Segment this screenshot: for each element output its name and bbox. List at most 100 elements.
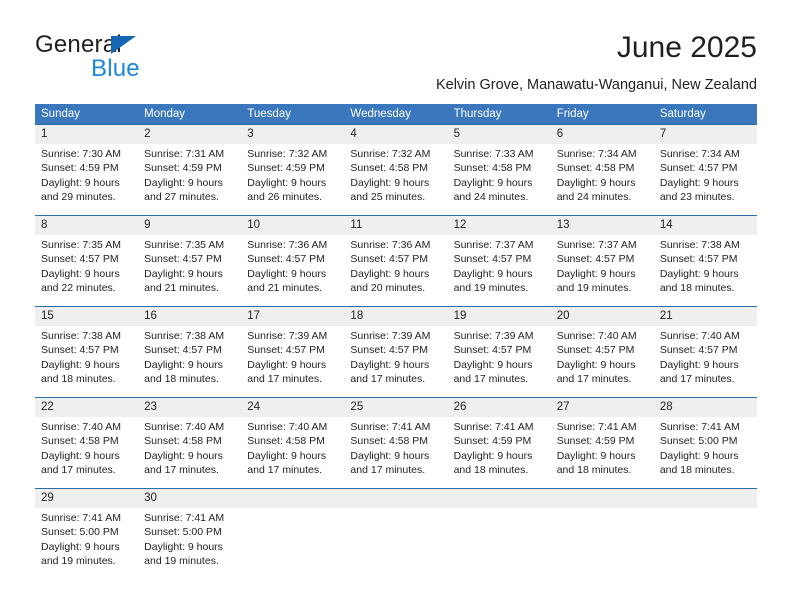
day-number[interactable]: 4 — [344, 125, 447, 144]
day-number[interactable]: 14 — [654, 216, 757, 235]
daylight-text-line2: and 21 minutes. — [247, 282, 322, 295]
week-detail-band: Sunrise: 7:38 AM Sunset: 4:57 PM Dayligh… — [35, 326, 757, 397]
day-cell[interactable]: Sunrise: 7:40 AM Sunset: 4:58 PM Dayligh… — [138, 417, 241, 488]
day-number[interactable]: 24 — [241, 398, 344, 417]
day-number[interactable]: 13 — [551, 216, 654, 235]
day-number[interactable]: 26 — [448, 398, 551, 417]
day-cell[interactable]: Sunrise: 7:40 AM Sunset: 4:57 PM Dayligh… — [551, 326, 654, 397]
sunset-text: Sunset: 5:00 PM — [144, 526, 222, 539]
day-cell[interactable]: Sunrise: 7:40 AM Sunset: 4:58 PM Dayligh… — [35, 417, 138, 488]
sunrise-text: Sunrise: 7:36 AM — [247, 239, 328, 251]
day-number[interactable]: 10 — [241, 216, 344, 235]
day-number[interactable]: 1 — [35, 125, 138, 144]
day-cell[interactable]: Sunrise: 7:30 AM Sunset: 4:59 PM Dayligh… — [35, 144, 138, 215]
sunrise-text: Sunrise: 7:40 AM — [247, 421, 328, 433]
day-number[interactable]: 16 — [138, 307, 241, 326]
day-number[interactable]: 20 — [551, 307, 654, 326]
sunrise-text: Sunrise: 7:33 AM — [453, 148, 534, 160]
day-cell[interactable]: Sunrise: 7:34 AM Sunset: 4:57 PM Dayligh… — [654, 144, 757, 215]
day-cell-empty — [344, 508, 447, 579]
day-cell[interactable]: Sunrise: 7:39 AM Sunset: 4:57 PM Dayligh… — [241, 326, 344, 397]
day-number-empty — [551, 489, 654, 508]
day-number[interactable]: 21 — [654, 307, 757, 326]
daylight-text-line1: Daylight: 9 hours — [556, 267, 636, 280]
day-cell[interactable]: Sunrise: 7:41 AM Sunset: 4:59 PM Dayligh… — [448, 417, 551, 488]
sunrise-text: Sunrise: 7:37 AM — [556, 239, 637, 251]
day-cell[interactable]: Sunrise: 7:35 AM Sunset: 4:57 PM Dayligh… — [35, 235, 138, 306]
day-cell[interactable]: Sunrise: 7:38 AM Sunset: 4:57 PM Dayligh… — [138, 326, 241, 397]
day-number[interactable]: 27 — [551, 398, 654, 417]
day-number[interactable]: 30 — [138, 489, 241, 508]
day-cell[interactable]: Sunrise: 7:41 AM Sunset: 5:00 PM Dayligh… — [35, 508, 138, 579]
daylight-text-line2: and 17 minutes. — [350, 464, 426, 477]
day-cell[interactable]: Sunrise: 7:36 AM Sunset: 4:57 PM Dayligh… — [344, 235, 447, 306]
day-number-empty — [241, 489, 344, 508]
week-daynumber-band: 15 16 17 18 19 20 21 — [35, 307, 757, 326]
day-cell[interactable]: Sunrise: 7:33 AM Sunset: 4:58 PM Dayligh… — [448, 144, 551, 215]
day-cell[interactable]: Sunrise: 7:40 AM Sunset: 4:58 PM Dayligh… — [241, 417, 344, 488]
day-cell[interactable]: Sunrise: 7:36 AM Sunset: 4:57 PM Dayligh… — [241, 235, 344, 306]
page-title: June 2025 — [616, 31, 757, 64]
day-number[interactable]: 3 — [241, 125, 344, 144]
day-cell[interactable]: Sunrise: 7:41 AM Sunset: 4:58 PM Dayligh… — [344, 417, 447, 488]
day-number[interactable]: 2 — [138, 125, 241, 144]
day-cell[interactable]: Sunrise: 7:37 AM Sunset: 4:57 PM Dayligh… — [448, 235, 551, 306]
weekday-header-thursday: Thursday — [453, 108, 502, 120]
daylight-text-line1: Daylight: 9 hours — [41, 540, 120, 553]
week-daynumber-band: 8 9 10 11 12 13 14 — [35, 216, 757, 235]
sunrise-text: Sunrise: 7:41 AM — [659, 421, 740, 433]
day-cell-empty — [551, 508, 654, 579]
day-cell[interactable]: Sunrise: 7:35 AM Sunset: 4:57 PM Dayligh… — [138, 235, 241, 306]
day-cell[interactable]: Sunrise: 7:37 AM Sunset: 4:57 PM Dayligh… — [551, 235, 654, 306]
sunrise-text: Sunrise: 7:41 AM — [453, 421, 534, 433]
day-number[interactable]: 12 — [448, 216, 551, 235]
daylight-text-line1: Daylight: 9 hours — [247, 449, 327, 462]
day-number[interactable]: 5 — [448, 125, 551, 144]
day-number[interactable]: 6 — [551, 125, 654, 144]
week-detail-band: Sunrise: 7:41 AM Sunset: 5:00 PM Dayligh… — [35, 508, 757, 579]
day-cell[interactable]: Sunrise: 7:31 AM Sunset: 4:59 PM Dayligh… — [138, 144, 241, 215]
daylight-text-line2: and 19 minutes. — [453, 282, 529, 295]
calendar-week-row: 15 16 17 18 19 20 21 Sunrise: 7:38 AM Su… — [35, 306, 757, 397]
day-cell[interactable]: Sunrise: 7:41 AM Sunset: 4:59 PM Dayligh… — [551, 417, 654, 488]
daylight-text-line1: Daylight: 9 hours — [247, 358, 327, 371]
day-number[interactable]: 15 — [35, 307, 138, 326]
day-number[interactable]: 28 — [654, 398, 757, 417]
daylight-text-line1: Daylight: 9 hours — [659, 358, 739, 371]
week-daynumber-band: 1 2 3 4 5 6 7 — [35, 125, 757, 144]
day-number[interactable]: 29 — [35, 489, 138, 508]
sunrise-text: Sunrise: 7:41 AM — [41, 512, 121, 524]
day-cell-empty — [448, 508, 551, 579]
day-number[interactable]: 22 — [35, 398, 138, 417]
day-number[interactable]: 25 — [344, 398, 447, 417]
day-number[interactable]: 19 — [448, 307, 551, 326]
sunset-text: Sunset: 4:59 PM — [144, 162, 222, 175]
generalblue-logo[interactable]: General Blue — [35, 31, 275, 83]
day-cell[interactable]: Sunrise: 7:38 AM Sunset: 4:57 PM Dayligh… — [35, 326, 138, 397]
day-number[interactable]: 7 — [654, 125, 757, 144]
day-number[interactable]: 23 — [138, 398, 241, 417]
day-cell[interactable]: Sunrise: 7:39 AM Sunset: 4:57 PM Dayligh… — [344, 326, 447, 397]
day-cell[interactable]: Sunrise: 7:41 AM Sunset: 5:00 PM Dayligh… — [138, 508, 241, 579]
daylight-text-line1: Daylight: 9 hours — [453, 449, 533, 462]
daylight-text-line2: and 29 minutes. — [41, 191, 116, 204]
daylight-text-line1: Daylight: 9 hours — [556, 449, 636, 462]
daylight-text-line1: Daylight: 9 hours — [453, 267, 533, 280]
sunrise-text: Sunrise: 7:39 AM — [350, 330, 431, 342]
sunrise-text: Sunrise: 7:40 AM — [144, 421, 225, 433]
day-cell[interactable]: Sunrise: 7:38 AM Sunset: 4:57 PM Dayligh… — [654, 235, 757, 306]
day-number-empty — [654, 489, 757, 508]
day-cell[interactable]: Sunrise: 7:40 AM Sunset: 4:57 PM Dayligh… — [654, 326, 757, 397]
day-cell[interactable]: Sunrise: 7:32 AM Sunset: 4:59 PM Dayligh… — [241, 144, 344, 215]
day-number[interactable]: 8 — [35, 216, 138, 235]
day-number[interactable]: 17 — [241, 307, 344, 326]
day-cell[interactable]: Sunrise: 7:34 AM Sunset: 4:58 PM Dayligh… — [551, 144, 654, 215]
day-cell[interactable]: Sunrise: 7:41 AM Sunset: 5:00 PM Dayligh… — [654, 417, 757, 488]
day-number[interactable]: 11 — [344, 216, 447, 235]
day-cell[interactable]: Sunrise: 7:39 AM Sunset: 4:57 PM Dayligh… — [448, 326, 551, 397]
sunset-text: Sunset: 4:59 PM — [247, 162, 325, 175]
day-cell[interactable]: Sunrise: 7:32 AM Sunset: 4:58 PM Dayligh… — [344, 144, 447, 215]
day-number[interactable]: 18 — [344, 307, 447, 326]
day-number[interactable]: 9 — [138, 216, 241, 235]
week-detail-band: Sunrise: 7:35 AM Sunset: 4:57 PM Dayligh… — [35, 235, 757, 306]
